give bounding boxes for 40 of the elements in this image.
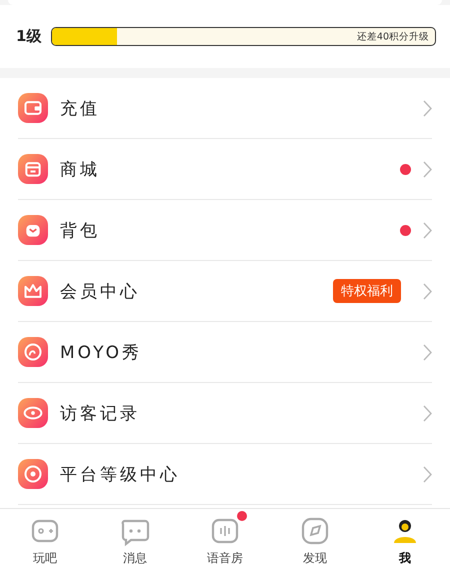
- nav-label: 语音房: [207, 550, 243, 566]
- wallet-icon: [18, 93, 48, 123]
- chevron-icon: [423, 160, 432, 178]
- nav-tab[interactable]: 消息: [90, 509, 180, 572]
- menu-item[interactable]: MOYO秀: [18, 322, 432, 383]
- menu-item[interactable]: 充值: [18, 78, 432, 139]
- privilege-badge: 特权福利: [333, 279, 401, 303]
- menu-label: 会员中心: [60, 280, 141, 302]
- crown-icon: [18, 276, 48, 306]
- menu-label: 充值: [60, 98, 101, 120]
- nav-tab[interactable]: 发现: [270, 509, 360, 572]
- nav-label: 玩吧: [33, 550, 57, 566]
- nav-tab[interactable]: 语音房: [180, 509, 270, 572]
- menu-label: MOYO秀: [60, 342, 143, 364]
- chevron-icon: [423, 404, 432, 422]
- backpack-icon: [18, 215, 48, 245]
- menu-item[interactable]: 背包: [18, 200, 432, 261]
- store-icon: [18, 154, 48, 184]
- medal-icon: [18, 459, 48, 489]
- chevron-icon: [423, 466, 432, 482]
- chevron-icon: [423, 222, 432, 238]
- menu-label: 访客记录: [60, 402, 141, 424]
- nav-label: 我: [399, 550, 411, 566]
- menu-label: 平台等级中心: [60, 464, 181, 486]
- menu-item[interactable]: 商城: [18, 139, 432, 200]
- chevron-icon: [423, 344, 432, 360]
- menu-label: 背包: [60, 220, 101, 242]
- menu-label: 商城: [60, 158, 101, 180]
- menu-item[interactable]: 会员中心 特权福利: [18, 261, 432, 322]
- nav-tab[interactable]: 玩吧: [0, 509, 90, 572]
- chevron-icon: [423, 100, 432, 116]
- nav-label: 消息: [123, 550, 147, 566]
- menu-item[interactable]: 平台等级中心: [18, 444, 432, 505]
- eye-icon: [18, 398, 48, 428]
- nav-tab[interactable]: 我: [360, 509, 450, 572]
- menu-item[interactable]: 访客记录: [18, 383, 432, 444]
- progress-hint: 还差40积分升级: [356, 30, 429, 43]
- level-label: 1级: [16, 27, 42, 46]
- chevron-icon: [423, 282, 432, 300]
- nav-label: 发现: [303, 550, 327, 566]
